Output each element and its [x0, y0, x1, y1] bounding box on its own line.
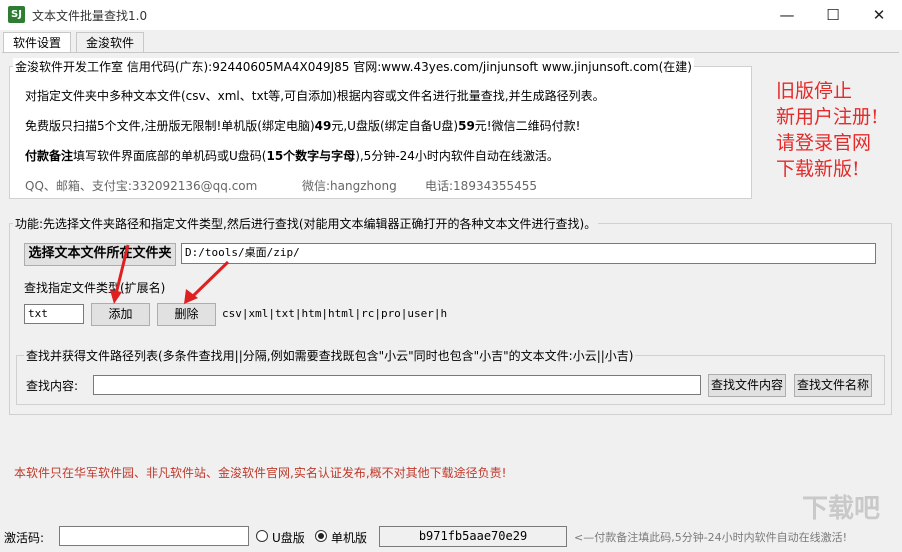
- usb-radio-label[interactable]: U盘版: [272, 529, 305, 546]
- watermark: 下载吧: [802, 494, 881, 524]
- arrow-to-delete: [184, 260, 230, 304]
- single-radio-label[interactable]: 单机版: [331, 529, 367, 546]
- machine-code-field: b971fb5aae70e29: [379, 526, 567, 547]
- payment-hint: <—付款备注填此码,5分钟-24小时内软件自动在线激活!: [574, 531, 848, 544]
- footer-notice: 本软件只在华军软件园、非凡软件站、金浚软件官网,实名认证发布,概不对其他下载途径…: [14, 466, 507, 480]
- single-radio[interactable]: [315, 530, 327, 542]
- usb-radio[interactable]: [256, 530, 268, 542]
- arrow-to-add: [110, 244, 130, 304]
- activation-label: 激活码:: [4, 531, 45, 545]
- activation-code-input[interactable]: [59, 526, 249, 546]
